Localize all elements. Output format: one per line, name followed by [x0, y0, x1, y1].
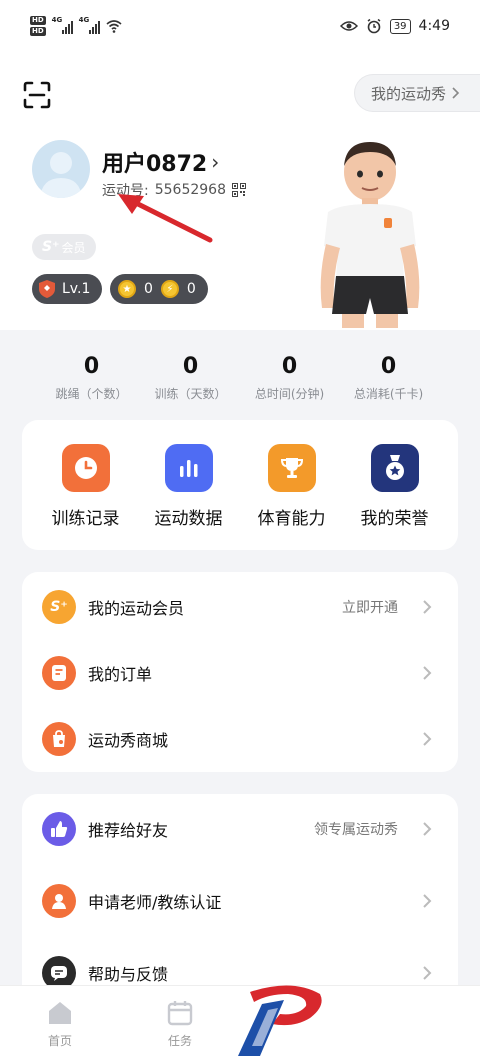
- alarm-icon: [367, 18, 381, 34]
- shop-bag-icon: [42, 722, 76, 756]
- level-badge[interactable]: Lv.1: [32, 274, 103, 304]
- menu-card-account: S⁺ 我的运动会员 立即开通 我的订单 运动秀商城: [22, 572, 458, 772]
- stat-value: 0: [281, 354, 298, 379]
- menu-label: 我的订单: [88, 665, 153, 684]
- calendar-icon: [167, 1001, 193, 1026]
- status-bar: HD HD 4G 4G 39 4:49: [0, 0, 480, 58]
- menu-card-more: 推荐给好友 领专属运动秀 申请老师/教练认证 帮助与反馈: [22, 794, 458, 1004]
- hd-badge-2: HD: [30, 27, 46, 36]
- chevron-right-icon: [423, 600, 432, 614]
- stat-training-days[interactable]: 0 训练（天数）: [141, 354, 240, 402]
- member-tag[interactable]: S⁺ 会员: [32, 234, 96, 260]
- person-icon: [42, 884, 76, 918]
- stat-total-time[interactable]: 0 总时间(分钟): [240, 354, 339, 402]
- quick-label: 体育能力: [257, 509, 326, 529]
- order-icon: [42, 656, 76, 690]
- menu-label: 我的运动会员: [88, 599, 185, 618]
- tab-label: 首页: [47, 1034, 72, 1048]
- star-coin-icon: ★: [118, 280, 136, 298]
- home-icon: [49, 1002, 71, 1024]
- signal-area: HD HD 4G 4G: [30, 16, 122, 36]
- quick-actions-card: 训练记录 运动数据 体育能力 我的荣誉: [22, 420, 458, 550]
- stat-value: 0: [83, 354, 100, 379]
- quick-training-record[interactable]: 训练记录: [34, 420, 137, 550]
- menu-label: 申请老师/教练认证: [88, 893, 222, 912]
- menu-label: 推荐给好友: [88, 821, 169, 840]
- chevron-right-icon: [452, 87, 460, 99]
- watermark-logo: [238, 985, 322, 1056]
- member-logo-icon: S⁺: [42, 239, 60, 255]
- quick-sport-data[interactable]: 运动数据: [137, 420, 240, 550]
- menu-item-recommend-friends[interactable]: 推荐给好友 领专属运动秀: [22, 796, 458, 862]
- thumb-up-icon: [42, 812, 76, 846]
- signal-icon-2: 4G: [79, 16, 100, 34]
- qr-code-icon[interactable]: [231, 183, 246, 197]
- status-right: 39 4:49: [339, 18, 450, 34]
- medal-icon: [370, 444, 419, 492]
- avatar-character-illustration: [320, 142, 420, 328]
- stat-total-calories[interactable]: 0 总消耗(千卡): [339, 354, 438, 402]
- my-sport-show-button[interactable]: 我的运动秀: [353, 74, 480, 112]
- tab-home[interactable]: 首页: [30, 1000, 90, 1049]
- eye-icon: [339, 21, 358, 31]
- menu-label: 运动秀商城: [88, 731, 169, 750]
- bolt-coin-icon: ⚡: [160, 280, 179, 298]
- s-plus-icon: S⁺: [42, 590, 76, 624]
- chevron-right-icon: [423, 822, 432, 836]
- tab-label: 任务: [167, 1034, 192, 1048]
- chevron-right-icon: [423, 894, 432, 908]
- chevron-right-icon: [423, 732, 432, 746]
- quick-label: 我的荣誉: [360, 509, 429, 529]
- signal-icon: 4G: [52, 16, 73, 34]
- red-arrow-annotation: [118, 194, 213, 243]
- stat-label: 训练（天数）: [154, 387, 227, 401]
- coin1-value: 0: [144, 281, 153, 297]
- level-label: Lv.1: [62, 281, 91, 297]
- network-type-2: 4G: [78, 16, 90, 24]
- trophy-icon: [267, 444, 316, 492]
- scan-icon[interactable]: [22, 80, 52, 110]
- stat-label: 跳绳（个数）: [55, 387, 128, 401]
- username-text: 用户0872: [102, 152, 208, 177]
- stat-value: 0: [380, 354, 397, 379]
- menu-item-sport-show-mall[interactable]: 运动秀商城: [22, 706, 458, 772]
- avatar[interactable]: [32, 140, 90, 198]
- menu-item-teacher-certification[interactable]: 申请老师/教练认证: [22, 868, 458, 934]
- quick-my-honors[interactable]: 我的荣誉: [343, 420, 446, 550]
- username[interactable]: 用户0872 ›: [102, 146, 219, 178]
- hd-indicators: HD HD: [30, 16, 46, 36]
- chevron-right-icon: ›: [211, 150, 220, 174]
- profile-header: 我的运动秀 用户0872 › 运动号: 55652968 S⁺ 会员 Lv.1 …: [0, 58, 480, 330]
- hd-badge-1: HD: [30, 16, 46, 25]
- quick-sport-ability[interactable]: 体育能力: [240, 420, 343, 550]
- chevron-right-icon: [423, 666, 432, 680]
- coin2-value: 0: [186, 281, 196, 297]
- clock-icon: [61, 444, 110, 492]
- quick-label: 训练记录: [51, 509, 120, 529]
- stat-label: 总消耗(千卡): [353, 387, 424, 401]
- bar-chart-icon: [164, 444, 213, 492]
- menu-item-sport-membership[interactable]: S⁺ 我的运动会员 立即开通: [22, 574, 458, 640]
- menu-item-my-orders[interactable]: 我的订单: [22, 640, 458, 706]
- stat-label: 总时间(分钟): [254, 387, 325, 401]
- menu-extra: 立即开通: [342, 600, 398, 616]
- quick-label: 运动数据: [154, 509, 223, 529]
- menu-label: 帮助与反馈: [88, 965, 169, 984]
- my-sport-show-label: 我的运动秀: [370, 84, 446, 103]
- stats-row: 0 跳绳（个数） 0 训练（天数） 0 总时间(分钟) 0 总消耗(千卡): [0, 354, 480, 402]
- chevron-right-icon: [423, 966, 432, 980]
- member-tag-label: 会员: [61, 240, 86, 255]
- clock-time: 4:49: [418, 18, 450, 34]
- stat-value: 0: [182, 354, 199, 379]
- menu-extra: 领专属运动秀: [314, 822, 398, 838]
- default-avatar-icon: [40, 152, 82, 198]
- coin-badge[interactable]: ★ 0 ⚡ 0: [110, 274, 208, 304]
- battery-indicator: 39: [389, 18, 411, 34]
- shield-icon: [39, 280, 55, 298]
- tab-tasks[interactable]: 任务: [150, 1000, 210, 1049]
- stat-jump-rope[interactable]: 0 跳绳（个数）: [42, 354, 141, 402]
- wifi-icon: [106, 20, 122, 33]
- network-type-1: 4G: [51, 16, 63, 24]
